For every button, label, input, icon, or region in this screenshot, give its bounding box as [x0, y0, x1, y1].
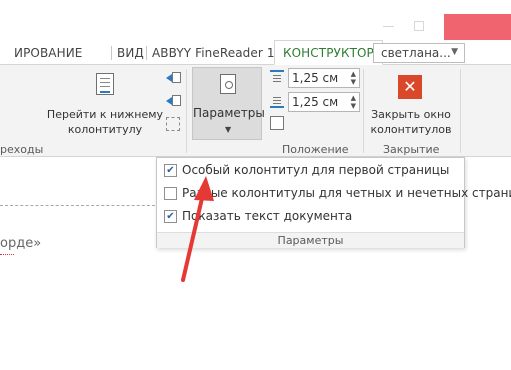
- tab-review[interactable]: ИРОВАНИЕ: [14, 46, 82, 60]
- group-divider: [460, 69, 461, 153]
- close-header-footer-button[interactable]: Закрыть окно колонтитулов: [366, 107, 456, 137]
- tab-divider: [146, 46, 147, 60]
- close-x-icon: ✕: [398, 75, 422, 99]
- insert-alignment-tab-button[interactable]: [270, 116, 284, 130]
- close-group-label: Закрытие: [383, 143, 440, 156]
- option-show-document-text[interactable]: ✔ Показать текст документа: [164, 207, 464, 227]
- checkbox-checked-icon[interactable]: ✔: [164, 210, 177, 223]
- parameters-button-label: Параметры: [193, 106, 265, 120]
- group-divider: [186, 69, 187, 153]
- header-top-icon: [270, 70, 284, 84]
- footer-position-row: 1,25 см ▲ ▼: [268, 92, 362, 112]
- option-label: Показать текст документа: [182, 209, 353, 223]
- checkbox-empty-icon[interactable]: [164, 187, 177, 200]
- page-icon: [172, 72, 181, 83]
- header-top-spinbox[interactable]: 1,25 см ▲ ▼: [288, 68, 360, 88]
- footer-bottom-spinbox[interactable]: 1,25 см ▲ ▼: [288, 92, 360, 112]
- goto-footer-label-line1: Перейти к нижнему: [46, 108, 164, 121]
- tab-abbyy[interactable]: ABBYY FineReader 12: [152, 46, 282, 60]
- checkbox-checked-icon[interactable]: ✔: [164, 164, 177, 177]
- header-top-value: 1,25 см: [292, 71, 339, 85]
- header-position-row: 1,25 см ▲ ▼: [268, 68, 362, 88]
- document-text-fragment: орде»: [0, 236, 42, 251]
- ribbon-panel: Перейти к нижнему колонтитулу реходы Пар…: [0, 65, 511, 157]
- next-section-button[interactable]: [166, 94, 181, 108]
- option-different-first-page[interactable]: ✔ Особый колонтитул для первой страницы: [164, 161, 464, 181]
- goto-footer-label-line2: колонтитулу: [67, 123, 143, 136]
- previous-section-button[interactable]: [166, 71, 181, 85]
- footer-bottom-value: 1,25 см: [292, 95, 339, 109]
- page-icon: [172, 95, 181, 106]
- option-label: Особый колонтитул для первой страницы: [182, 163, 450, 177]
- spin-arrows-icon[interactable]: ▲ ▼: [351, 70, 356, 86]
- user-account-button[interactable]: светлана... ▼: [373, 43, 465, 63]
- parameters-dropdown: ✔ Особый колонтитул для первой страницы …: [156, 157, 511, 248]
- group-divider: [363, 69, 364, 153]
- tab-design[interactable]: КОНСТРУКТОР: [274, 40, 383, 65]
- parameters-button[interactable]: Параметры ▼: [192, 67, 265, 140]
- close-button-label-line1: Закрыть окно: [371, 108, 451, 121]
- goto-footer-button[interactable]: Перейти к нижнему колонтитулу: [46, 107, 164, 137]
- tab-divider: [111, 46, 112, 60]
- footer-bottom-icon: [270, 94, 284, 108]
- option-label: Разные колонтитулы для четных и нечетных…: [182, 186, 511, 200]
- maximize-icon[interactable]: [414, 21, 424, 31]
- link-to-previous-button[interactable]: [166, 117, 180, 131]
- user-name: светлана...: [381, 46, 451, 60]
- tab-view[interactable]: ВИД: [117, 46, 144, 60]
- ribbon-tabs: ИРОВАНИЕ ВИД ABBYY FineReader 12 КОНСТРУ…: [0, 40, 511, 65]
- position-group-label: Положение: [282, 143, 349, 156]
- goto-footer-icon: [96, 73, 114, 95]
- close-window-button[interactable]: [444, 14, 511, 40]
- navigation-group-label: реходы: [0, 143, 44, 156]
- spellcheck-underline: [0, 253, 14, 255]
- dropdown-footer: Параметры: [157, 232, 464, 248]
- option-different-odd-even[interactable]: Разные колонтитулы для четных и нечетных…: [164, 184, 511, 204]
- close-button-label-line2: колонтитулов: [370, 123, 452, 136]
- chevron-down-icon: ▼: [225, 125, 232, 134]
- dropdown-group-label: Параметры: [277, 234, 344, 247]
- minimize-icon[interactable]: [383, 26, 394, 27]
- spin-arrows-icon[interactable]: ▲ ▼: [351, 94, 356, 110]
- header-boundary-line: [0, 205, 160, 206]
- title-bar: [0, 0, 511, 40]
- page-settings-icon: [220, 74, 236, 94]
- chevron-down-icon: ▼: [451, 47, 458, 57]
